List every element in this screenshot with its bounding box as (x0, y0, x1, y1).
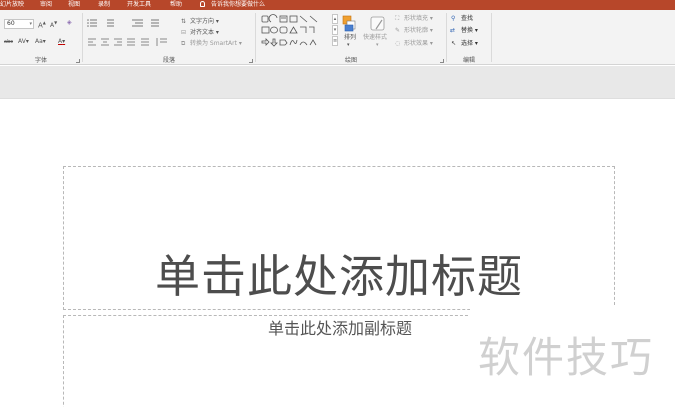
char-spacing-button[interactable]: AV▾ (18, 38, 29, 46)
tab-record[interactable]: 录制 (98, 1, 110, 9)
title-placeholder-text: 单击此处添加标题 (154, 250, 523, 303)
chevron-down-icon: ▾ (29, 21, 32, 27)
align-text-button[interactable]: 对齐文本 ▾ (190, 29, 219, 37)
paint-bucket-icon: ⛶ (395, 15, 400, 22)
tab-review[interactable]: 审阅 (40, 1, 52, 9)
select-button[interactable]: 选择 ▾ (461, 40, 478, 48)
subtitle-placeholder[interactable]: 单击此处添加副标题 (63, 315, 473, 407)
find-button[interactable]: 查找 (461, 15, 473, 23)
clear-formatting-icon[interactable]: ◈ (67, 19, 72, 27)
effects-icon: ◌ (395, 40, 401, 47)
paragraph-group-label: 段落 (162, 57, 175, 64)
pen-icon: ✎ (395, 27, 401, 34)
arrange-icon (342, 15, 356, 32)
shapes-more-button[interactable]: ≡ (332, 36, 338, 46)
cursor-icon: ↖ (451, 40, 457, 47)
drawing-group: ▴ ▾ ≡ 排列 ▾ 快速样式 ▾ ⛶ 形状填充 ▾ ✎ 形状轮廓 ▾ ◌ 形状… (256, 10, 446, 65)
chevron-down-icon: ▾ (347, 42, 350, 48)
change-case-button[interactable]: Aa▾ (35, 38, 46, 46)
replace-button[interactable]: 替换 ▾ (461, 27, 478, 35)
alignment-buttons-icon[interactable] (87, 37, 177, 49)
shape-fill-button[interactable]: 形状填充 ▾ (404, 15, 433, 23)
align-text-icon: ⊟ (181, 29, 187, 36)
list-buttons-icon[interactable] (87, 18, 167, 30)
tab-slideshow[interactable]: 幻片放映 (0, 1, 24, 9)
editing-group-label: 编辑 (462, 57, 475, 64)
dialog-launcher-icon[interactable] (440, 59, 444, 63)
font-group-label: 字体 (34, 57, 47, 64)
tell-me-text: 告诉我你想要做什么 (211, 1, 266, 8)
dialog-launcher-icon[interactable] (76, 59, 80, 63)
ribbon-tab-bar: 幻片放映 审阅 视图 录制 开发工具 帮助 告诉我你想要做什么 (0, 0, 675, 10)
shapes-gallery[interactable] (261, 14, 333, 52)
lightbulb-icon (200, 1, 205, 7)
shape-effects-button[interactable]: 形状效果 ▾ (404, 40, 433, 48)
watermark-overlay: 软件技巧 (470, 305, 675, 407)
title-placeholder[interactable]: 单击此处添加标题 (63, 166, 615, 310)
watermark-text: 软件技巧 (478, 333, 655, 382)
replace-icon: ⇄ (450, 27, 456, 34)
slide-canvas: 单击此处添加标题 单击此处添加副标题 软件技巧 (0, 100, 675, 407)
ruler-band (0, 66, 675, 99)
convert-smartart-button[interactable]: 转换为 SmartArt ▾ (190, 40, 242, 48)
font-size-value: 60 (7, 20, 15, 27)
shrink-font-button[interactable]: A▼ (50, 19, 57, 30)
shapes-scroll-down-button[interactable]: ▾ (332, 25, 338, 35)
editing-group: ⚲ 查找 ⇄ 替换 ▾ ↖ 选择 ▾ 编辑 (447, 10, 491, 65)
tell-me-box[interactable]: 告诉我你想要做什么 (200, 1, 265, 9)
text-direction-button[interactable]: 文字方向 ▾ (190, 18, 219, 26)
grow-font-button[interactable]: A▲ (38, 19, 46, 29)
quick-styles-button[interactable]: 快速样式 (363, 34, 387, 42)
text-direction-icon: ⇅ (181, 18, 187, 25)
font-group: 60 ▾ A▲ A▼ ◈ abc AV▾ Aa▾ A▾ 字体 (0, 10, 82, 65)
arrange-button[interactable]: 排列 (344, 34, 356, 42)
shape-outline-button[interactable]: 形状轮廓 ▾ (404, 27, 433, 35)
paragraph-group: ⇅ 文字方向 ▾ ⊟ 对齐文本 ▾ ⧉ 转换为 SmartArt ▾ 段落 (83, 10, 255, 65)
tab-view[interactable]: 视图 (68, 1, 80, 9)
tab-help[interactable]: 帮助 (170, 1, 182, 9)
ribbon: 60 ▾ A▲ A▼ ◈ abc AV▾ Aa▾ A▾ 字体 ⇅ 文字方向 ▾ (0, 10, 675, 65)
tab-developer[interactable]: 开发工具 (127, 1, 151, 9)
smartart-icon: ⧉ (181, 40, 186, 47)
chevron-down-icon: ▾ (376, 42, 379, 48)
group-divider (491, 13, 492, 62)
search-icon: ⚲ (451, 15, 456, 22)
drawing-group-label: 绘图 (344, 57, 357, 64)
font-size-combobox[interactable]: 60 ▾ (4, 19, 34, 29)
strikethrough-button[interactable]: abc (4, 38, 13, 46)
dialog-launcher-icon[interactable] (249, 59, 253, 63)
quick-styles-icon (370, 16, 385, 31)
shapes-scroll-up-button[interactable]: ▴ (332, 14, 338, 24)
font-color-button[interactable]: A▾ (58, 38, 65, 46)
